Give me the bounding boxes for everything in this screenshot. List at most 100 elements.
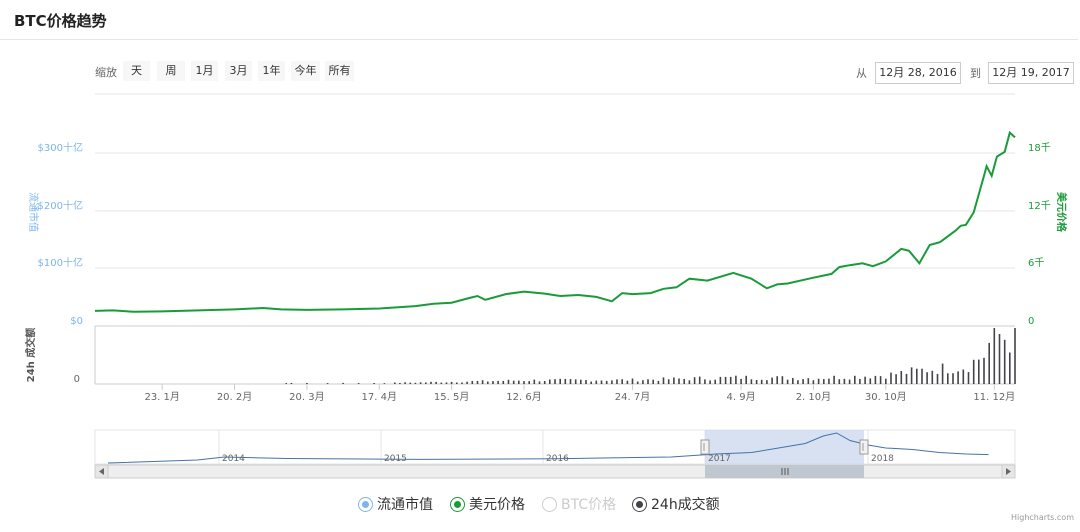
volume-bar <box>817 378 820 384</box>
volume-bar <box>916 368 918 384</box>
volume-bar <box>430 381 432 384</box>
volume-bar <box>952 373 954 384</box>
x-axis-tick-label: 15. 5月 <box>434 391 469 403</box>
volume-bar <box>890 372 892 384</box>
radio-dot <box>362 500 369 508</box>
volume-bar <box>704 379 706 384</box>
volume-bar <box>518 380 520 384</box>
volume-bar <box>440 382 443 384</box>
volume-bar <box>631 378 634 384</box>
x-axis-tick-label: 20. 3月 <box>289 391 324 403</box>
volume-bar <box>900 371 903 384</box>
volume-bar <box>957 371 959 384</box>
volume-bar <box>988 342 990 384</box>
volume-bar <box>450 381 453 384</box>
volume-bar <box>786 379 789 384</box>
volume-bar <box>538 381 541 384</box>
volume-bar <box>766 380 768 384</box>
right-axis-title: 美元价格 <box>1055 192 1068 233</box>
radio-dot <box>636 500 643 508</box>
volume-bar <box>523 381 525 384</box>
volume-bar <box>414 382 417 384</box>
x-axis-tick-label: 11. 12月 <box>973 391 1015 403</box>
volume-bar <box>652 379 654 384</box>
volume-bar <box>792 378 794 384</box>
volume-bar <box>456 382 458 384</box>
volume-bar <box>879 376 882 384</box>
volume-bar <box>1014 328 1016 384</box>
volume-bar <box>487 381 489 384</box>
volume-bar <box>740 378 742 384</box>
volume-bar <box>285 383 287 384</box>
volume-bar <box>549 379 551 384</box>
scrollbar-track[interactable] <box>94 464 1016 479</box>
volume-bar <box>528 381 530 384</box>
volume-bar <box>869 378 872 384</box>
volume-bar <box>342 382 344 384</box>
navigator-left-handle[interactable] <box>700 439 710 455</box>
volume-bar <box>419 382 422 384</box>
price-series-line <box>94 130 1016 313</box>
volume-bar <box>512 380 515 384</box>
volume-bar <box>481 380 484 384</box>
navigator-tick: 2018 <box>871 454 894 464</box>
volume-bar <box>802 379 804 384</box>
volume-bar <box>812 380 815 384</box>
credits-link[interactable]: Highcharts.com <box>1011 513 1074 522</box>
volume-bar <box>962 369 965 384</box>
volume-bar <box>926 372 928 384</box>
legend-label: 24h成交额 <box>651 497 720 513</box>
volume-bar <box>833 375 835 384</box>
volume-bar <box>543 381 546 384</box>
volume-bar <box>1009 352 1011 384</box>
volume-bar <box>947 373 949 384</box>
volume-bar <box>972 359 975 384</box>
volume-bar <box>507 379 510 384</box>
x-axis-tick-label: 17. 4月 <box>362 391 397 403</box>
left-axis-tick: $300十亿 <box>38 141 83 154</box>
volume-bar <box>574 379 577 384</box>
volume-bar <box>771 377 773 384</box>
volume-bar <box>290 383 293 384</box>
volume-bar <box>569 379 572 384</box>
volume-bar <box>828 378 830 384</box>
volume-bar <box>874 375 877 384</box>
volume-bar <box>978 359 980 384</box>
volume-bar <box>843 378 846 384</box>
volume-axis-title: 24h 成交额 <box>24 328 37 383</box>
volume-bar <box>662 377 665 384</box>
volume-bar <box>714 379 716 384</box>
volume-bar <box>755 380 758 384</box>
volume-bar <box>807 378 810 384</box>
radio-icon <box>450 496 465 512</box>
legend-item-volume[interactable]: 24h成交额 <box>632 493 720 515</box>
volume-bar <box>595 380 598 384</box>
volume-bar <box>306 383 308 384</box>
volume-bar <box>724 376 727 384</box>
volume-bar <box>492 381 494 384</box>
x-axis-tick-label: 23. 1月 <box>144 391 179 403</box>
volume-bar <box>394 382 396 384</box>
legend-item-usd-price[interactable]: 美元价格 <box>450 493 525 515</box>
volume-bar <box>497 380 499 384</box>
volume-bar <box>760 379 763 384</box>
volume-bar <box>476 381 479 384</box>
volume-bar <box>616 379 618 384</box>
volume-bar <box>673 377 675 384</box>
radio-icon <box>542 496 557 512</box>
legend-item-btc-price[interactable]: BTC价格 <box>542 493 616 515</box>
volume-bar <box>667 379 670 384</box>
legend-item-market-cap[interactable]: 流通市值 <box>358 493 433 515</box>
volume-bar <box>921 368 923 384</box>
volume-bar <box>642 380 644 384</box>
legend-label: 美元价格 <box>469 497 525 513</box>
volume-bar <box>776 376 778 384</box>
volume-bar <box>905 373 908 384</box>
left-axis-tick: $200十亿 <box>38 199 83 212</box>
volume-bar <box>993 328 996 384</box>
volume-bar <box>735 375 737 384</box>
volume-bar <box>600 380 603 384</box>
volume-bar <box>998 334 1001 384</box>
volume-bar <box>895 374 897 384</box>
navigator-right-handle[interactable] <box>859 439 869 455</box>
